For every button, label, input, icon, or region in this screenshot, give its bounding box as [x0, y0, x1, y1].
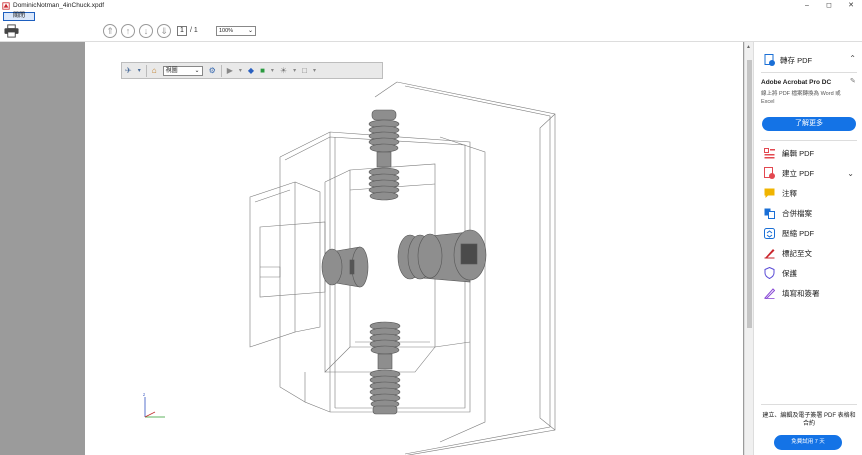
tool-label: 合併檔案 — [782, 208, 812, 218]
promo-text: 線上將 PDF 檔案轉換為 Word 或 Excel — [761, 91, 841, 105]
vertical-scrollbar[interactable]: ▲ — [744, 42, 753, 455]
toolbar-separator — [145, 64, 147, 77]
view-select[interactable]: 視圖 ⌄ — [162, 65, 203, 76]
dropdown-icon[interactable]: ▾ — [271, 67, 274, 74]
divider — [761, 72, 857, 73]
tool-label: 壓縮 PDF — [782, 228, 815, 238]
render-mode-icon[interactable]: ■ — [260, 66, 265, 75]
page-total: / 1 — [190, 27, 198, 34]
window-controls: – ◻ ✕ — [796, 0, 862, 11]
close-promo-icon[interactable]: ✎ — [850, 77, 856, 85]
last-page-icon[interactable]: ⇓ — [157, 24, 171, 38]
divider — [761, 140, 857, 141]
tool-sign[interactable]: 標記至文 — [764, 246, 856, 260]
pdf-page: z ✈ ▾ ⌂ 視圖 ⌄ ⚙ ▶ ▾ ◆ ■ ▾ ☀ ▾ □ ▾ — [85, 42, 743, 455]
tool-combine[interactable]: 合併檔案 — [764, 206, 856, 220]
app-icon — [2, 1, 10, 10]
rotate-icon[interactable]: ✈ — [125, 66, 132, 75]
export-pdf-icon — [764, 54, 775, 66]
zoom-select[interactable]: 100% ⌄ — [216, 26, 256, 36]
tool-label: 建立 PDF — [782, 168, 815, 178]
zoom-value: 100% — [219, 28, 234, 34]
dropdown-icon[interactable]: ▾ — [239, 67, 242, 74]
main-toolbar: ⇑ ↑ ↓ ⇓ 1 / 1 100% ⌄ — [0, 21, 862, 42]
comment-icon — [764, 188, 775, 198]
toolbar-separator — [220, 64, 222, 77]
learn-more-button[interactable]: 了解更多 — [762, 117, 856, 131]
dropdown-icon[interactable]: ▾ — [138, 67, 141, 74]
window-title: DominicNotman_4inChuck.xpdf — [13, 2, 105, 9]
3d-toolbar: ✈ ▾ ⌂ 視圖 ⌄ ⚙ ▶ ▾ ◆ ■ ▾ ☀ ▾ □ ▾ — [121, 62, 383, 79]
minimize-button[interactable]: – — [796, 0, 818, 11]
page-number-input[interactable]: 1 — [177, 26, 187, 36]
sign-icon — [764, 248, 775, 258]
dropdown-icon[interactable]: ▾ — [313, 67, 316, 74]
tool-compress[interactable]: 壓縮 PDF — [764, 226, 856, 240]
tool-create-pdf[interactable]: 建立 PDF ⌄ — [764, 166, 856, 180]
chevron-up-icon[interactable]: ⌃ — [849, 54, 856, 63]
divider — [761, 404, 857, 405]
create-pdf-icon — [764, 167, 775, 179]
tool-label: 編輯 PDF — [782, 148, 815, 158]
menu-row: 關閉 — [0, 11, 862, 21]
close-window-button[interactable]: ✕ — [840, 0, 862, 11]
fill-sign-icon — [764, 287, 775, 299]
tool-label: 保護 — [782, 268, 797, 278]
promo-title: Adobe Acrobat Pro DC — [761, 79, 832, 86]
export-pdf-header[interactable]: 轉存 PDF ⌃ — [764, 54, 856, 66]
tool-label: 標記至文 — [782, 248, 812, 258]
tool-comment[interactable]: 注釋 — [764, 186, 856, 200]
maximize-button[interactable]: ◻ — [818, 0, 840, 11]
3d-model-view[interactable]: z — [85, 42, 743, 455]
protect-icon — [764, 267, 775, 279]
view-select-value: 視圖 — [165, 67, 178, 74]
prev-page-icon[interactable]: ↑ — [121, 24, 135, 38]
close-doc-button[interactable]: 關閉 — [3, 12, 35, 21]
chevron-down-icon: ⌄ — [194, 67, 200, 74]
tools-panel: 轉存 PDF ⌃ Adobe Acrobat Pro DC ✎ 線上將 PDF … — [753, 42, 862, 455]
compress-icon — [764, 227, 775, 239]
scrollbar-thumb[interactable] — [747, 60, 752, 328]
next-page-icon[interactable]: ↓ — [139, 24, 153, 38]
edit-pdf-icon — [764, 147, 775, 158]
print-icon[interactable] — [4, 24, 19, 38]
combine-icon — [764, 208, 775, 219]
free-trial-button[interactable]: 免費試用 7 天 — [774, 435, 842, 450]
axis-z-label: z — [143, 392, 145, 397]
background-color-icon[interactable]: □ — [302, 66, 307, 75]
scroll-up-icon[interactable]: ▲ — [746, 44, 751, 50]
chevron-down-icon: ⌄ — [247, 28, 253, 34]
tool-protect[interactable]: 保護 — [764, 266, 856, 280]
model-tree-icon[interactable]: ⚙ — [209, 66, 216, 75]
tool-label: 注釋 — [782, 188, 797, 198]
tool-fill-sign[interactable]: 填寫和簽署 — [764, 286, 856, 300]
dropdown-icon[interactable]: ▾ — [293, 67, 296, 74]
export-pdf-label: 轉存 PDF — [780, 55, 813, 65]
play-icon[interactable]: ▶ — [227, 66, 233, 75]
first-page-icon[interactable]: ⇑ — [103, 24, 117, 38]
home-icon[interactable]: ⌂ — [152, 66, 157, 75]
title-bar: DominicNotman_4inChuck.xpdf – ◻ ✕ — [0, 0, 862, 11]
document-area: z ✈ ▾ ⌂ 視圖 ⌄ ⚙ ▶ ▾ ◆ ■ ▾ ☀ ▾ □ ▾ — [0, 42, 744, 455]
tool-edit-pdf[interactable]: 編輯 PDF — [764, 146, 856, 160]
projection-icon[interactable]: ◆ — [248, 66, 254, 75]
chevron-down-icon[interactable]: ⌄ — [847, 169, 854, 178]
lighting-icon[interactable]: ☀ — [280, 66, 287, 75]
trial-promo-text: 建立、編輯及電子簽署 PDF 表格和合約 — [762, 413, 856, 427]
tool-label: 填寫和簽署 — [782, 288, 820, 298]
